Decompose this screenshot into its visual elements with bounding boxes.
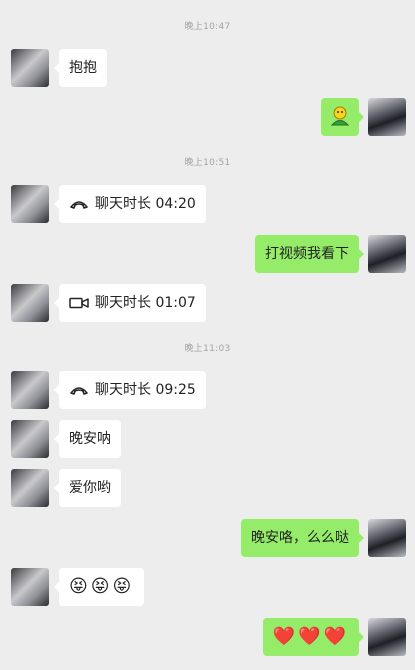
- my-avatar[interactable]: [368, 235, 406, 273]
- contact-avatar[interactable]: [11, 371, 49, 409]
- heart-emoji-icon: ❤️: [272, 626, 296, 647]
- message-text: 打视频我看下: [265, 246, 349, 262]
- message-bubble-outgoing[interactable]: 晚安咯，么么哒: [241, 519, 364, 557]
- message-text: 晚安咯，么么哒: [251, 530, 349, 546]
- video-call-record[interactable]: 聊天时长 01:07: [54, 284, 206, 322]
- my-avatar[interactable]: [368, 519, 406, 557]
- voice-call-icon: [70, 201, 88, 209]
- video-call-icon: [69, 297, 89, 309]
- contact-avatar[interactable]: [11, 420, 49, 458]
- heart-emoji-icon: ❤️: [298, 626, 321, 647]
- message-text: 爱你哟: [69, 480, 111, 496]
- call-duration: 聊天时长 01:07: [95, 295, 196, 311]
- timestamp: 晚上11:03: [184, 344, 231, 354]
- message-bubble-incoming[interactable]: 晚安呐: [54, 420, 121, 458]
- message-bubble-incoming[interactable]: 抱抱: [54, 49, 107, 87]
- contact-avatar[interactable]: [11, 284, 49, 322]
- contact-avatar[interactable]: [11, 49, 49, 87]
- contact-avatar[interactable]: [11, 568, 49, 606]
- timestamp: 晚上10:51: [184, 158, 231, 168]
- contact-avatar[interactable]: [11, 185, 49, 223]
- message-bubble-outgoing[interactable]: ❤️ ❤️ ❤️: [262, 618, 365, 656]
- smiley-sticker-icon: [330, 106, 350, 126]
- message-bubble-incoming[interactable]: 爱你哟: [54, 469, 121, 507]
- tongue-out-emoji-icon: 😝: [112, 576, 132, 597]
- message-text: 抱抱: [69, 60, 97, 76]
- call-duration: 聊天时长 04:20: [95, 196, 196, 212]
- contact-avatar[interactable]: [11, 469, 49, 507]
- message-bubble-outgoing[interactable]: 打视频我看下: [255, 235, 364, 273]
- my-avatar[interactable]: [368, 98, 406, 136]
- message-text: 晚安呐: [69, 431, 111, 447]
- my-avatar[interactable]: [368, 618, 406, 656]
- voice-call-record[interactable]: 聊天时长 04:20: [54, 185, 206, 223]
- call-duration: 聊天时长 09:25: [95, 382, 196, 398]
- timestamp: 晚上10:47: [184, 22, 231, 32]
- message-bubble-incoming[interactable]: 😝 😝 😝: [53, 568, 145, 606]
- message-bubble-outgoing[interactable]: [321, 98, 364, 136]
- voice-call-icon: [70, 387, 88, 395]
- tongue-out-emoji-icon: 😝: [90, 576, 110, 597]
- tongue-out-emoji-icon: 😝: [69, 576, 88, 597]
- heart-emoji-icon: ❤️: [323, 626, 346, 647]
- voice-call-record[interactable]: 聊天时长 09:25: [54, 371, 206, 409]
